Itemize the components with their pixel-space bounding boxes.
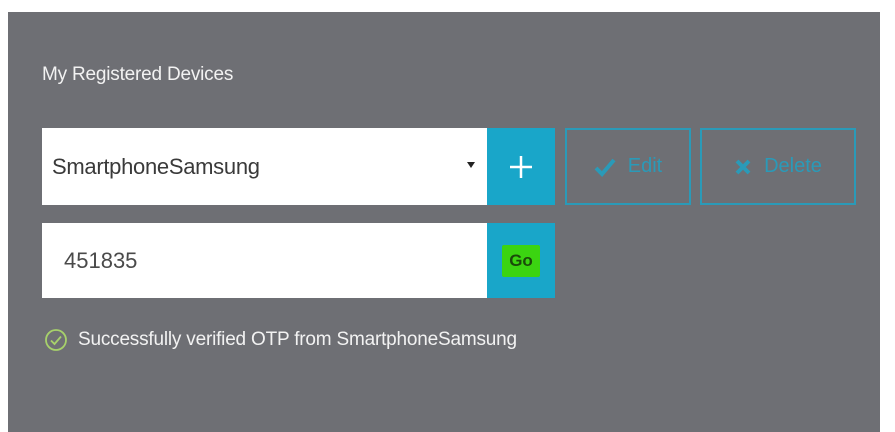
checkmark-icon: [594, 158, 616, 177]
go-button-container: Go: [487, 223, 555, 298]
edit-button-label: Edit: [627, 155, 663, 177]
section-title: My Registered Devices: [42, 64, 234, 85]
add-device-button[interactable]: [487, 128, 555, 205]
x-icon: [735, 159, 751, 174]
status-text: Successfully verified OTP from Smartphon…: [78, 329, 517, 350]
check-circle-icon: [45, 329, 67, 351]
go-button[interactable]: Go: [502, 244, 540, 277]
delete-device-button[interactable]: Delete: [700, 128, 856, 205]
otp-input[interactable]: [42, 223, 487, 298]
device-select-value: SmartphoneSamsung: [52, 153, 260, 179]
delete-button-label: Delete: [764, 155, 822, 177]
dropdown-caret-icon: [467, 162, 475, 168]
registered-devices-panel: My Registered Devices SmartphoneSamsung …: [8, 12, 880, 432]
otp-input-container: [42, 223, 487, 298]
plus-icon: [510, 155, 532, 178]
device-select[interactable]: SmartphoneSamsung: [42, 128, 487, 205]
status-message: Successfully verified OTP from Smartphon…: [44, 328, 517, 352]
edit-device-button[interactable]: Edit: [565, 128, 691, 205]
